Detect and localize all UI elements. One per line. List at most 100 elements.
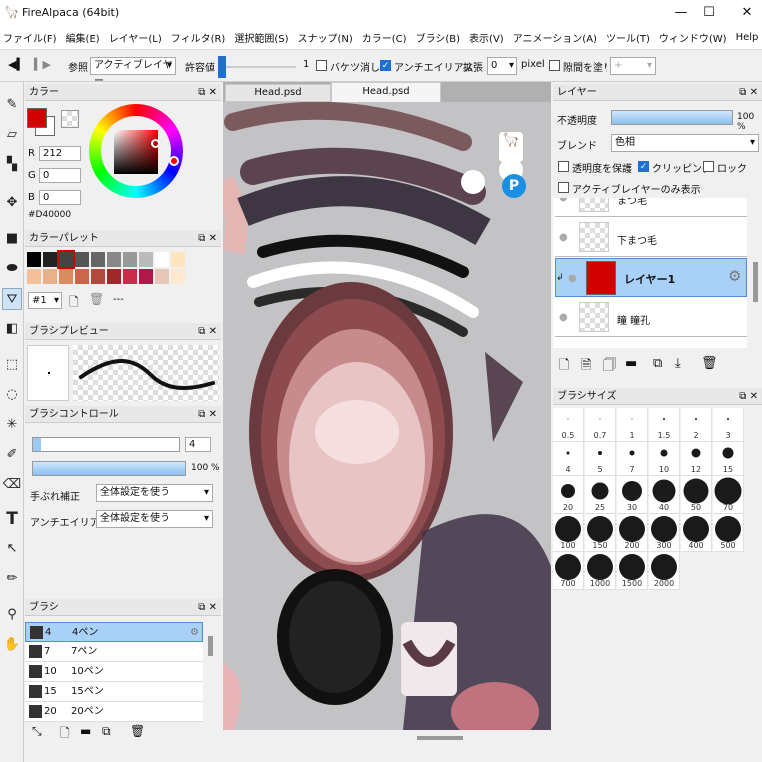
brush-item-7[interactable]: 7 7ペン bbox=[25, 642, 203, 662]
select-pen-icon[interactable]: ✐ bbox=[2, 444, 22, 466]
brush-size-cell[interactable]: 2 bbox=[681, 408, 712, 442]
operation-tool-icon[interactable]: ↖ bbox=[2, 538, 22, 560]
primary-color-swatch[interactable] bbox=[27, 108, 47, 128]
brush-size-cell[interactable]: 100 bbox=[553, 514, 584, 552]
antialias-checkbox[interactable]: ✓ bbox=[380, 60, 391, 71]
stabilizer-select[interactable]: 全体設定を使う ▾ bbox=[96, 484, 213, 502]
panel-close-icon[interactable]: ⧉ ✕ bbox=[739, 388, 758, 405]
brush-size-cell[interactable]: 0.7 bbox=[585, 408, 616, 442]
brush-size-cell[interactable]: 1.5 bbox=[649, 408, 680, 442]
visibility-icon[interactable]: ● bbox=[559, 312, 568, 323]
brush-size-cell[interactable]: 4 bbox=[553, 442, 584, 476]
palette-swatch[interactable] bbox=[43, 269, 57, 284]
layer-item-layer1[interactable]: ↲ ● レイヤー1 ⚙ bbox=[555, 258, 747, 297]
menu-layer[interactable]: レイヤー(L) bbox=[106, 30, 168, 45]
visibility-icon[interactable]: ● bbox=[559, 232, 568, 243]
brush-item-4[interactable]: 4 4ペン ⚙ bbox=[25, 622, 203, 642]
new-brush-icon[interactable]: 🗋 bbox=[60, 724, 70, 745]
palette-swatch[interactable] bbox=[57, 250, 75, 269]
brush-size-cell[interactable]: 10 bbox=[649, 442, 680, 476]
folder-icon[interactable]: ▬ bbox=[625, 356, 637, 371]
menu-filter[interactable]: フィルタ(R) bbox=[168, 30, 232, 45]
palette-swatch[interactable] bbox=[43, 252, 57, 267]
brush-size-cell[interactable]: 500 bbox=[713, 514, 744, 552]
brush-item-15[interactable]: 15 15ペン bbox=[25, 682, 203, 702]
new-layer-icon[interactable]: 🗋 bbox=[559, 356, 569, 378]
close-button[interactable]: ✕ bbox=[734, 4, 760, 22]
palette-swatch[interactable] bbox=[91, 269, 105, 284]
brush-size-cell[interactable]: 25 bbox=[585, 476, 616, 514]
visibility-icon[interactable]: ● bbox=[559, 198, 568, 203]
layer-item-matsuge[interactable]: ● まつ毛 bbox=[555, 198, 747, 217]
palette-swatch[interactable] bbox=[155, 252, 169, 267]
brush-size-cell[interactable]: 0.5 bbox=[553, 408, 584, 442]
select-eraser-icon[interactable]: ⌫ bbox=[2, 474, 22, 496]
visibility-icon[interactable]: ● bbox=[568, 273, 577, 284]
brush-size-cell[interactable]: 40 bbox=[649, 476, 680, 514]
panel-close-icon[interactable]: ⧉ ✕ bbox=[198, 406, 217, 423]
palette-swatch[interactable] bbox=[27, 269, 41, 284]
maximize-button[interactable]: ☐ bbox=[696, 4, 722, 22]
menu-file[interactable]: ファイル(F) bbox=[0, 30, 63, 45]
new-1bit-layer-icon[interactable]: 🗍 bbox=[603, 356, 616, 378]
tolerance-slider-track[interactable] bbox=[226, 66, 296, 68]
hue-cursor[interactable] bbox=[169, 156, 179, 166]
reference-select[interactable]: アクティブレイヤー ▾ bbox=[90, 57, 176, 87]
palette-swatch[interactable] bbox=[171, 269, 185, 284]
new-8bit-layer-icon[interactable]: 🗎 bbox=[581, 356, 591, 378]
brush-size-cell[interactable]: 1 bbox=[617, 408, 648, 442]
brush-size-cell[interactable]: 20 bbox=[553, 476, 584, 514]
prev-icon[interactable]: ◀▍ bbox=[8, 58, 25, 71]
brush-tool-icon[interactable]: ✎ bbox=[2, 94, 22, 116]
menu-window[interactable]: ウィンドウ(W) bbox=[656, 30, 733, 45]
brush-size-cell[interactable]: 700 bbox=[553, 552, 584, 590]
r-value-input[interactable]: 212 bbox=[39, 146, 81, 161]
brush-list-scrollbar[interactable] bbox=[208, 636, 213, 656]
brush-size-cell[interactable]: 5 bbox=[585, 442, 616, 476]
brush-size-cell[interactable]: 300 bbox=[649, 514, 680, 552]
brush-size-cell[interactable]: 7 bbox=[617, 442, 648, 476]
horizontal-scrollbar[interactable] bbox=[417, 736, 463, 740]
folder-icon[interactable]: ▬ bbox=[80, 724, 91, 738]
duplicate-brush-icon[interactable]: ⧉ bbox=[102, 724, 111, 739]
palette-swatch[interactable] bbox=[107, 269, 121, 284]
fill-gap-checkbox[interactable] bbox=[549, 60, 560, 71]
palette-swatch[interactable] bbox=[123, 252, 137, 267]
layer-item-shita-matsuge[interactable]: ● 下まつ毛 bbox=[555, 218, 747, 257]
brush-item-10[interactable]: 10 10ペン bbox=[25, 662, 203, 682]
menu-color[interactable]: カラー(C) bbox=[359, 30, 413, 45]
brush-size-cell[interactable]: 50 bbox=[681, 476, 712, 514]
palette-swatch[interactable] bbox=[75, 252, 89, 267]
panel-close-icon[interactable]: ⧉ ✕ bbox=[739, 84, 758, 101]
saturation-value-square[interactable] bbox=[114, 130, 158, 174]
divide-tool-icon[interactable]: ✏ bbox=[2, 568, 22, 590]
brush-size-cell[interactable]: 30 bbox=[617, 476, 648, 514]
lock-checkbox[interactable] bbox=[703, 161, 714, 172]
expand-select[interactable]: 0 ▾ bbox=[487, 57, 517, 75]
brush-opacity-slider[interactable] bbox=[32, 461, 186, 476]
palette-selector[interactable]: #1 ▾ bbox=[28, 292, 62, 309]
palette-swatch[interactable] bbox=[139, 252, 153, 267]
move-tool-icon[interactable]: ✥ bbox=[2, 192, 22, 214]
panel-close-icon[interactable]: ⧉ ✕ bbox=[198, 599, 217, 616]
palette-swatch[interactable] bbox=[123, 269, 137, 284]
menu-help[interactable]: Help bbox=[733, 32, 762, 43]
brush-size-cell[interactable]: 1500 bbox=[617, 552, 648, 590]
tolerance-slider-thumb[interactable] bbox=[218, 56, 226, 78]
blend-select[interactable]: 色相 ▾ bbox=[611, 134, 759, 152]
gap-select[interactable]: + ▾ bbox=[610, 57, 656, 75]
brush-size-cell[interactable]: 200 bbox=[617, 514, 648, 552]
palette-swatch[interactable] bbox=[75, 269, 89, 284]
b-value-input[interactable]: 0 bbox=[39, 190, 81, 205]
gear-icon[interactable]: ⚙ bbox=[190, 623, 199, 642]
menu-animation[interactable]: アニメーション(A) bbox=[510, 30, 603, 45]
minimize-button[interactable]: — bbox=[668, 4, 694, 22]
palette-swatch[interactable] bbox=[171, 252, 185, 267]
layer-item-hitomi[interactable]: ● 瞳 瞳孔 bbox=[555, 298, 747, 337]
tab-head-1[interactable]: Head.psd bbox=[225, 84, 331, 102]
delete-palette-icon[interactable]: 🗑 bbox=[89, 292, 104, 306]
menu-snap[interactable]: スナップ(N) bbox=[294, 30, 358, 45]
delete-brush-icon[interactable]: 🗑 bbox=[130, 724, 145, 738]
active-only-checkbox[interactable] bbox=[558, 182, 569, 193]
brush-size-cell[interactable]: 400 bbox=[681, 514, 712, 552]
